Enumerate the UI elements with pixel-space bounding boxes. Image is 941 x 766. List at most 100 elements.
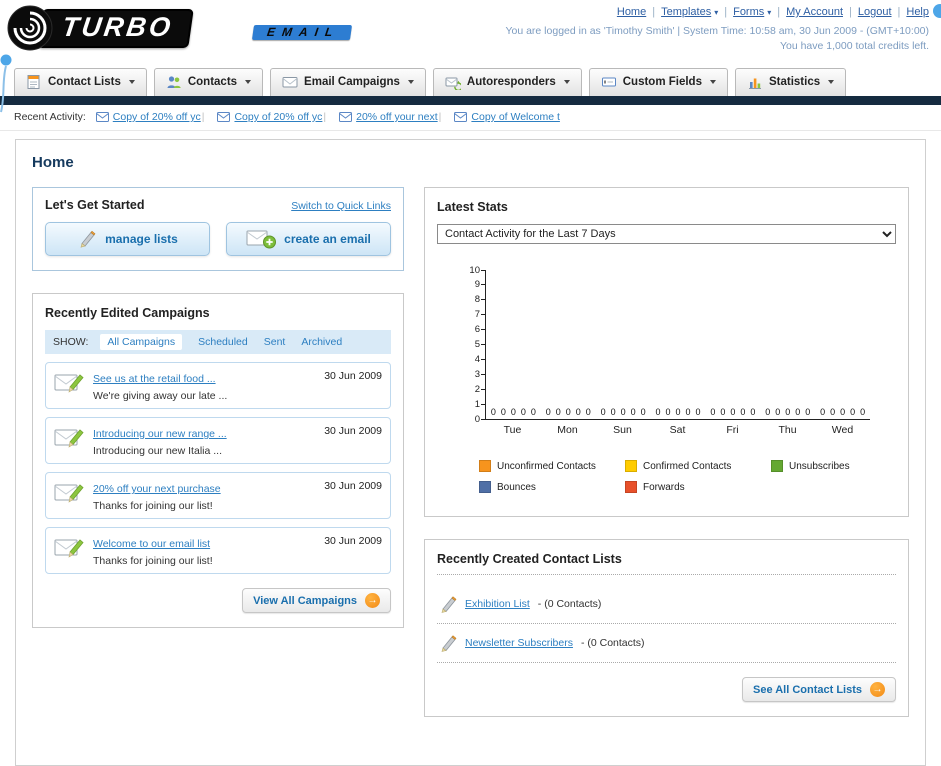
contact-list-items: Exhibition List - (0 Contacts) Newslette… (437, 585, 896, 663)
campaign-title-link[interactable]: Welcome to our email list (93, 538, 210, 550)
campaign-subtitle: Introducing our new Italia ... (93, 445, 222, 457)
y-axis-tick: 6 (446, 324, 486, 335)
email-campaigns-icon (282, 77, 298, 88)
dropdown-caret-icon (709, 80, 716, 84)
contact-list-link[interactable]: Newsletter Subscribers (465, 637, 573, 649)
edge-decoration-dot (933, 4, 941, 18)
x-axis-label: Thu (778, 424, 797, 436)
pencil-icon (441, 635, 457, 652)
nav-tab-autoresponders[interactable]: Autoresponders (432, 68, 582, 96)
recent-activity-item[interactable]: Copy of 20% off yc (201, 111, 322, 123)
nav-tab-custom-fields[interactable]: Custom Fields (588, 68, 728, 96)
top-nav-link[interactable]: Home (617, 6, 646, 18)
campaign-filter-link[interactable]: Sent (264, 336, 286, 348)
top-nav-item[interactable]: Forms▾ (718, 6, 771, 18)
campaign-filter-bar: SHOW: All Campaigns Scheduled Sent Archi… (45, 330, 391, 354)
manage-lists-button[interactable]: manage lists (45, 222, 210, 256)
see-all-contact-lists-button[interactable]: See All Contact Lists → (741, 677, 896, 702)
campaign-filter-link[interactable]: Scheduled (198, 336, 248, 348)
campaign-date: 30 Jun 2009 (324, 425, 382, 437)
chart-legend: Unconfirmed Contacts Confirmed Contacts … (479, 460, 923, 502)
main-nav: Contact Lists Contacts Email Campaigns A… (0, 64, 941, 96)
bar-value-label: 0 (530, 407, 536, 417)
envelope-icon (217, 112, 231, 122)
contact-list-item[interactable]: Exhibition List - (0 Contacts) (437, 585, 896, 624)
campaign-text: See us at the retail food ... We're givi… (93, 369, 315, 402)
arrow-icon: → (870, 682, 885, 697)
recent-activity-item[interactable]: 20% off your next (322, 111, 438, 123)
content-container: Home Let's Get Started Switch to Quick L… (15, 139, 926, 766)
nav-tab-email-campaigns[interactable]: Email Campaigns (270, 68, 426, 96)
campaign-edit-icon (54, 484, 84, 503)
top-nav-link[interactable]: My Account (786, 6, 843, 18)
get-started-title: Let's Get Started (45, 198, 145, 212)
bar-value-label: 0 (805, 407, 811, 417)
top-nav-item[interactable]: Help (892, 6, 929, 18)
recent-activity-item[interactable]: Copy of Welcome t (438, 111, 560, 123)
recent-activity-link[interactable]: 20% off your next (356, 111, 438, 123)
recent-activity-items: Copy of 20% off yc Copy of 20% off yc 20… (95, 111, 560, 123)
top-nav-link[interactable]: Help (906, 6, 929, 18)
bar-value-label: 0 (730, 407, 736, 417)
top-nav-item[interactable]: Templates▾ (646, 6, 718, 18)
logo-email-text: EMAIL (252, 24, 353, 40)
contact-list-link[interactable]: Exhibition List (465, 598, 530, 610)
top-nav-link[interactable]: Templates (661, 6, 711, 18)
pencil-icon (80, 230, 96, 248)
top-nav-item[interactable]: Home (617, 6, 646, 18)
nav-tab-label: Custom Fields (622, 76, 702, 88)
top-nav-item[interactable]: Logout (843, 6, 892, 18)
top-header: TURBO EMAIL Home Templates▾ Forms▾ My Ac… (0, 0, 941, 113)
envelope-plus-icon (246, 230, 277, 249)
logo-text: TURBO EMAIL (37, 8, 353, 48)
bar-value-label: 0 (675, 407, 681, 417)
recent-activity-item[interactable]: Copy of 20% off yc (95, 111, 201, 123)
bar-value-label: 0 (600, 407, 606, 417)
bar-value-label: 0 (575, 407, 581, 417)
bar-value-label: 0 (510, 407, 516, 417)
legend-label: Confirmed Contacts (643, 460, 732, 472)
bar-value-label: 0 (620, 407, 626, 417)
campaign-date: 30 Jun 2009 (324, 480, 382, 492)
recent-activity-link[interactable]: Copy of 20% off yc (234, 111, 322, 123)
campaign-title-link[interactable]: Introducing our new range ... (93, 428, 227, 440)
bar-value-label: 0 (720, 407, 726, 417)
nav-tab-statistics[interactable]: Statistics (734, 68, 847, 96)
campaign-date: 30 Jun 2009 (324, 535, 382, 547)
bar-value-label: 0 (820, 407, 826, 417)
contact-list-item[interactable]: Newsletter Subscribers - (0 Contacts) (437, 624, 896, 663)
campaign-list-item[interactable]: Welcome to our email list Thanks for joi… (45, 527, 391, 574)
campaign-edit-icon (54, 374, 84, 393)
nav-tab-contact-lists[interactable]: Contact Lists (14, 68, 147, 96)
campaign-list-item[interactable]: 20% off your next purchase Thanks for jo… (45, 472, 391, 519)
bar-value-label: 0 (685, 407, 691, 417)
envelope-icon (454, 112, 468, 122)
bar-value-label: 0 (775, 407, 781, 417)
campaign-title-link[interactable]: 20% off your next purchase (93, 483, 221, 495)
bar-value-label: 0 (665, 407, 671, 417)
campaign-edit-icon (54, 429, 84, 448)
campaign-list-item[interactable]: Introducing our new range ... Introducin… (45, 417, 391, 464)
bar-value-label: 0 (545, 407, 551, 417)
campaign-title-link[interactable]: See us at the retail food ... (93, 373, 216, 385)
recent-activity-link[interactable]: Copy of Welcome t (471, 111, 560, 123)
view-all-campaigns-button[interactable]: View All Campaigns → (242, 588, 391, 613)
stats-period-select[interactable]: Contact Activity for the Last 7 Days (437, 224, 896, 244)
recent-activity-link[interactable]: Copy of 20% off yc (113, 111, 201, 123)
bar-value-label: 0 (740, 407, 746, 417)
campaign-list-item[interactable]: See us at the retail food ... We're givi… (45, 362, 391, 409)
x-axis-label: Sun (613, 424, 632, 436)
top-nav-link[interactable]: Logout (858, 6, 892, 18)
top-nav-link[interactable]: Forms (733, 6, 764, 18)
bar-value-label: 0 (655, 407, 661, 417)
arrow-icon: → (365, 593, 380, 608)
switch-quick-links-link[interactable]: Switch to Quick Links (291, 200, 391, 212)
top-nav-item[interactable]: My Account (771, 6, 843, 18)
y-axis-tick: 7 (446, 309, 486, 320)
campaign-filter-link[interactable]: All Campaigns (100, 334, 183, 350)
create-email-button[interactable]: create an email (226, 222, 391, 256)
bar-value-label: 0 (555, 407, 561, 417)
campaign-filter-link[interactable]: Archived (301, 336, 342, 348)
nav-tab-contacts[interactable]: Contacts (153, 68, 264, 96)
chart-bar-group: 00000 (541, 407, 596, 419)
